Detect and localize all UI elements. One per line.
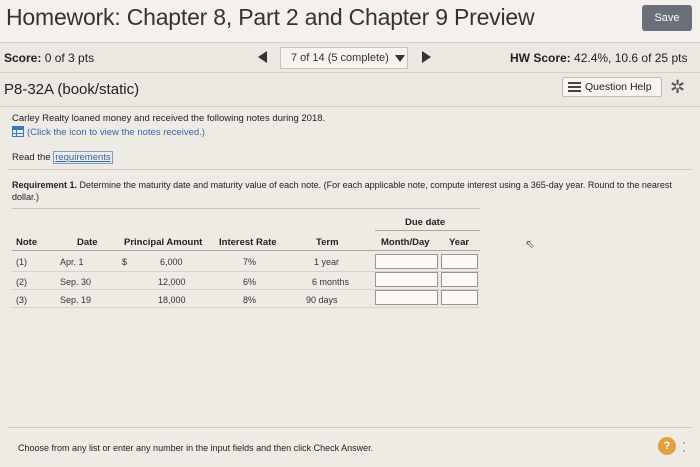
requirement-text: Requirement 1. Determine the maturity da… xyxy=(12,179,682,203)
principal-amount: 12,000 xyxy=(158,277,186,287)
caret-down-icon xyxy=(395,55,405,62)
read-the-text: Read the xyxy=(12,152,51,163)
help-icon[interactable]: ? xyxy=(658,437,676,455)
col-header-term: Term xyxy=(316,237,339,248)
hw-score-label: HW Score: xyxy=(510,51,571,65)
next-question-icon[interactable] xyxy=(422,51,431,63)
read-requirements: Read the requirements xyxy=(12,151,113,164)
page: Homework: Chapter 8, Part 2 and Chapter … xyxy=(0,0,700,467)
principal-amount: 18,000 xyxy=(158,295,186,305)
due-date-rule xyxy=(375,230,480,231)
divider xyxy=(8,169,692,170)
col-header-principal: Principal Amount xyxy=(124,237,203,248)
col-header-date: Date xyxy=(77,237,98,248)
mouse-cursor-icon: ⇖ xyxy=(525,237,536,251)
hw-score-value: 42.4%, 10.6 of 25 pts xyxy=(574,51,688,65)
note-number: (2) xyxy=(16,277,27,287)
currency-symbol: $ xyxy=(122,257,128,267)
requirement-label: Requirement 1. xyxy=(12,180,78,190)
hw-score: HW Score: 42.4%, 10.6 of 25 pts xyxy=(510,51,687,65)
question-content: Carley Realty loaned money and received … xyxy=(0,106,700,467)
problem-row: P8-32A (book/static) Question Help ✲ xyxy=(0,72,700,106)
note-date: Sep. 30 xyxy=(60,277,92,287)
score-label: Score: xyxy=(4,51,42,65)
more-options-icon[interactable]: · · xyxy=(682,436,686,456)
maturity-month-day-input-1[interactable] xyxy=(375,254,438,269)
divider xyxy=(12,208,480,209)
question-position: 7 of 14 (5 complete) xyxy=(291,52,389,64)
question-select[interactable]: 7 of 14 (5 complete) xyxy=(280,47,408,69)
interest-rate: 7% xyxy=(243,257,257,267)
note-date: Sep. 19 xyxy=(60,295,92,305)
maturity-year-input-2[interactable] xyxy=(441,272,478,287)
notes-link[interactable]: (Click the icon to view the notes receiv… xyxy=(12,126,205,138)
term: 6 months xyxy=(312,277,350,287)
question-help-button[interactable]: Question Help xyxy=(562,77,662,97)
score-row: Score: 0 of 3 pts 7 of 14 (5 complete) H… xyxy=(0,42,700,72)
col-header-year: Year xyxy=(449,237,470,248)
question-nav: 7 of 14 (5 complete) xyxy=(258,47,438,69)
requirements-link[interactable]: requirements xyxy=(53,151,113,164)
score-value: 0 of 3 pts xyxy=(44,51,95,65)
interest-rate: 6% xyxy=(243,277,257,287)
score: Score: 0 of 3 pts xyxy=(4,51,94,65)
col-header-rate: Interest Rate xyxy=(219,237,277,248)
question-help-label: Question Help xyxy=(585,81,652,93)
maturity-year-input-1[interactable] xyxy=(441,254,478,269)
gear-icon[interactable]: ✲ xyxy=(670,77,685,97)
problem-id: P8-32A (book/static) xyxy=(4,81,140,98)
previous-question-icon[interactable] xyxy=(258,51,267,63)
notes-link-text: (Click the icon to view the notes receiv… xyxy=(27,127,205,138)
col-header-month-day: Month/Day xyxy=(381,237,430,248)
requirement-body: Determine the maturity date and maturity… xyxy=(12,180,672,202)
maturity-year-input-3[interactable] xyxy=(441,290,478,305)
table-icon[interactable] xyxy=(12,126,24,137)
footer-instruction: Choose from any list or enter any number… xyxy=(18,443,374,453)
note-number: (3) xyxy=(16,295,27,305)
term: 1 year xyxy=(314,257,340,267)
due-date-header: Due date xyxy=(405,217,446,228)
interest-rate: 8% xyxy=(243,295,257,305)
list-icon xyxy=(568,82,581,92)
term: 90 days xyxy=(306,295,338,305)
maturity-month-day-input-2[interactable] xyxy=(375,272,438,287)
row-rule xyxy=(12,307,480,308)
save-button[interactable]: Save xyxy=(642,5,692,31)
col-header-note: Note xyxy=(16,237,38,248)
note-number: (1) xyxy=(16,257,27,267)
maturity-month-day-input-3[interactable] xyxy=(375,290,438,305)
header-rule xyxy=(12,250,480,251)
note-date: Apr. 1 xyxy=(60,257,84,267)
page-title: Homework: Chapter 8, Part 2 and Chapter … xyxy=(6,4,535,30)
principal-amount: 6,000 xyxy=(160,257,183,267)
title-bar: Homework: Chapter 8, Part 2 and Chapter … xyxy=(0,0,700,42)
problem-intro: Carley Realty loaned money and received … xyxy=(12,113,326,124)
divider xyxy=(8,427,692,428)
